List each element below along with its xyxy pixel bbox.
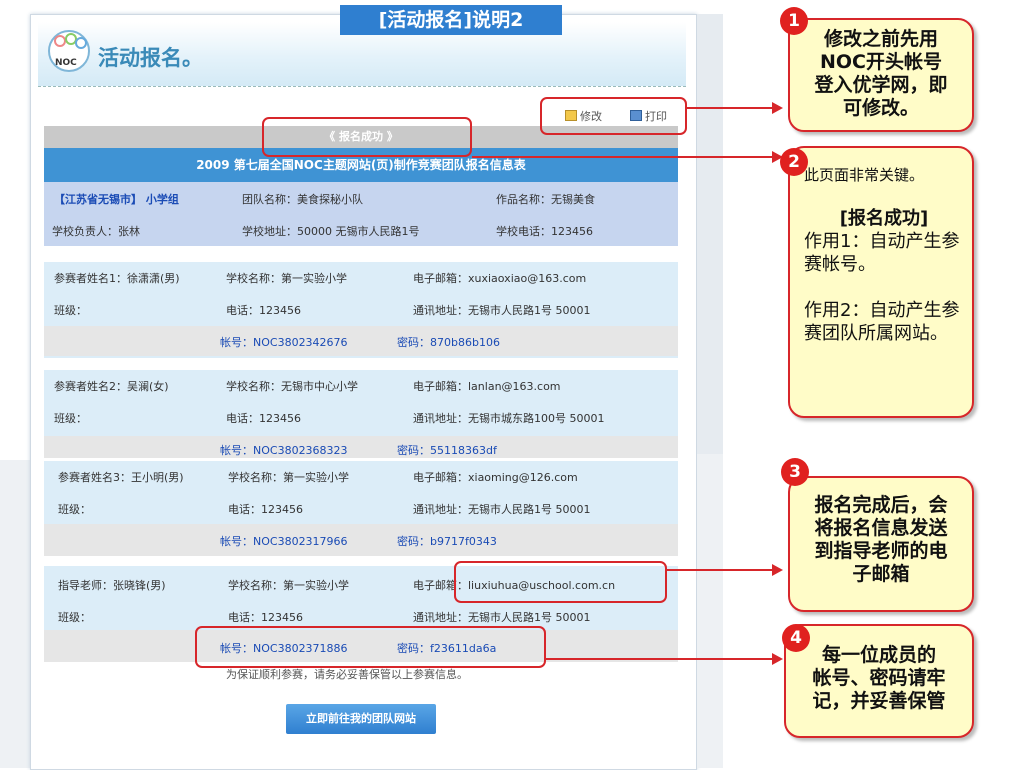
school-address: 学校地址：50000 无锡市人民路1号 (242, 225, 420, 238)
member-class: 班级： (58, 611, 91, 624)
member-account: 帐号：NOC3802342676 (220, 336, 348, 349)
account-row: 帐号：NOC3802368323 密码：55118363df (44, 436, 678, 458)
highlight-account (195, 626, 546, 668)
member-class: 班级： (54, 412, 87, 425)
member-school: 学校名称：第一实验小学 (226, 272, 347, 285)
member-password: 密码：b9717f0343 (397, 535, 497, 548)
callout-line: [报名成功] (839, 208, 929, 229)
member-card: 参赛者姓名1：徐潇潇(男) 学校名称：第一实验小学 电子邮箱：xuxiaoxia… (44, 262, 678, 358)
callout-line: 此页面非常关键。 (804, 166, 925, 184)
arrow-3-head (772, 564, 783, 576)
highlight-email (454, 561, 667, 603)
account-row: 帐号：NOC3802342676 密码：870b86b106 (44, 326, 678, 356)
member-school: 学校名称：第一实验小学 (228, 471, 349, 484)
callout-line: 登入优学网，即 (814, 74, 948, 96)
school-phone: 学校电话：123456 (496, 225, 593, 238)
member-class: 班级： (58, 503, 91, 516)
work-name: 作品名称：无锡美食 (496, 193, 595, 206)
callout-line: 子邮箱 (852, 563, 910, 585)
member-card: 参赛者姓名2：吴澜(女) 学校名称：无锡市中心小学 电子邮箱：lanlan@16… (44, 370, 678, 458)
member-address: 通讯地址：无锡市城东路100号 50001 (413, 412, 605, 425)
callout-number-badge: 1 (780, 7, 808, 35)
callout-line: 帐号、密码请牢 (812, 667, 946, 689)
arrow-4 (546, 658, 773, 660)
panel-right-shade (697, 14, 723, 454)
member-name: 参赛者姓名3：王小明(男) (58, 471, 184, 484)
account-row: 帐号：NOC3802317966 密码：b9717f0343 (44, 524, 678, 556)
highlight-toolbar (540, 97, 687, 135)
member-email: 电子邮箱：xiaoming@126.com (413, 471, 578, 484)
arrow-1 (687, 107, 773, 109)
team-info: 【江苏省无锡市】 小学组 团队名称：美食探秘小队 作品名称：无锡美食 学校负责人… (44, 182, 678, 246)
callout-line: 每一位成员的 (821, 644, 936, 666)
team-region: 【江苏省无锡市】 小学组 (54, 193, 179, 206)
callout-line: 作用1：自动产生参赛帐号。 (804, 231, 960, 275)
highlight-success (262, 117, 472, 157)
notice-text: 为保证顺利参赛，请务必妥善保管以上参赛信息。 (226, 668, 468, 681)
panel-lower-shade (697, 454, 723, 768)
callout-line: 到指导老师的电 (814, 540, 948, 562)
callout-3: 报名完成后，会 将报名信息发送 到指导老师的电 子邮箱 (788, 476, 974, 612)
left-shade (0, 460, 30, 768)
instructor-name: 指导老师：张晓锋(男) (58, 579, 166, 592)
slide-title-banner: [活动报名]说明2 (340, 5, 562, 35)
page-title: 活动报名。 (98, 46, 203, 70)
callout-line: 作用2：自动产生参赛团队所属网站。 (804, 300, 960, 344)
callout-number-badge: 2 (780, 148, 808, 176)
callout-line: 将报名信息发送 (814, 517, 948, 539)
callout-line: 记，并妥善保管 (812, 690, 946, 712)
member-address: 通讯地址：无锡市人民路1号 50001 (413, 503, 591, 516)
member-tel: 电话：123456 (228, 503, 303, 516)
logo-text: NOC (55, 58, 77, 68)
member-address: 通讯地址：无锡市人民路1号 50001 (413, 304, 591, 317)
member-class: 班级： (54, 304, 87, 317)
member-account: 帐号：NOC3802317966 (220, 535, 348, 548)
member-password: 密码：870b86b106 (397, 336, 500, 349)
callout-number-badge: 4 (782, 624, 810, 652)
callout-2: 此页面非常关键。 [报名成功] 作用1：自动产生参赛帐号。 作用2：自动产生参赛… (788, 146, 974, 418)
member-name: 参赛者姓名1：徐潇潇(男) (54, 272, 180, 285)
team-name: 团队名称：美食探秘小队 (242, 193, 363, 206)
member-tel: 电话：123456 (228, 611, 303, 624)
goto-team-site-button[interactable]: 立即前往我的团队网站 (286, 704, 436, 734)
member-email: 电子邮箱：lanlan@163.com (413, 380, 561, 393)
callout-number-badge: 3 (781, 458, 809, 486)
arrow-4-head (772, 653, 783, 665)
member-tel: 电话：123456 (226, 412, 301, 425)
member-name: 参赛者姓名2：吴澜(女) (54, 380, 169, 393)
member-card: 参赛者姓名3：王小明(男) 学校名称：第一实验小学 电子邮箱：xiaoming@… (44, 461, 678, 556)
arrow-3 (667, 569, 773, 571)
member-school: 学校名称：第一实验小学 (228, 579, 349, 592)
callout-line: 报名完成后，会 (814, 494, 948, 516)
member-school: 学校名称：无锡市中心小学 (226, 380, 358, 393)
member-tel: 电话：123456 (226, 304, 301, 317)
member-password: 密码：55118363df (397, 444, 497, 457)
arrow-2 (472, 156, 773, 158)
callout-4: 每一位成员的 帐号、密码请牢 记，并妥善保管 (784, 624, 974, 738)
arrow-1-head (772, 102, 783, 114)
member-address: 通讯地址：无锡市人民路1号 50001 (413, 611, 591, 624)
callout-line: 修改之前先用 (823, 28, 938, 50)
member-email: 电子邮箱：xuxiaoxiao@163.com (413, 272, 587, 285)
callout-line: 可修改。 (842, 97, 919, 119)
member-account: 帐号：NOC3802368323 (220, 444, 348, 457)
callout-line: NOC开头帐号 (820, 51, 942, 73)
school-principal: 学校负责人：张林 (52, 225, 140, 238)
callout-1: 修改之前先用 NOC开头帐号 登入优学网，即 可修改。 (788, 18, 974, 132)
